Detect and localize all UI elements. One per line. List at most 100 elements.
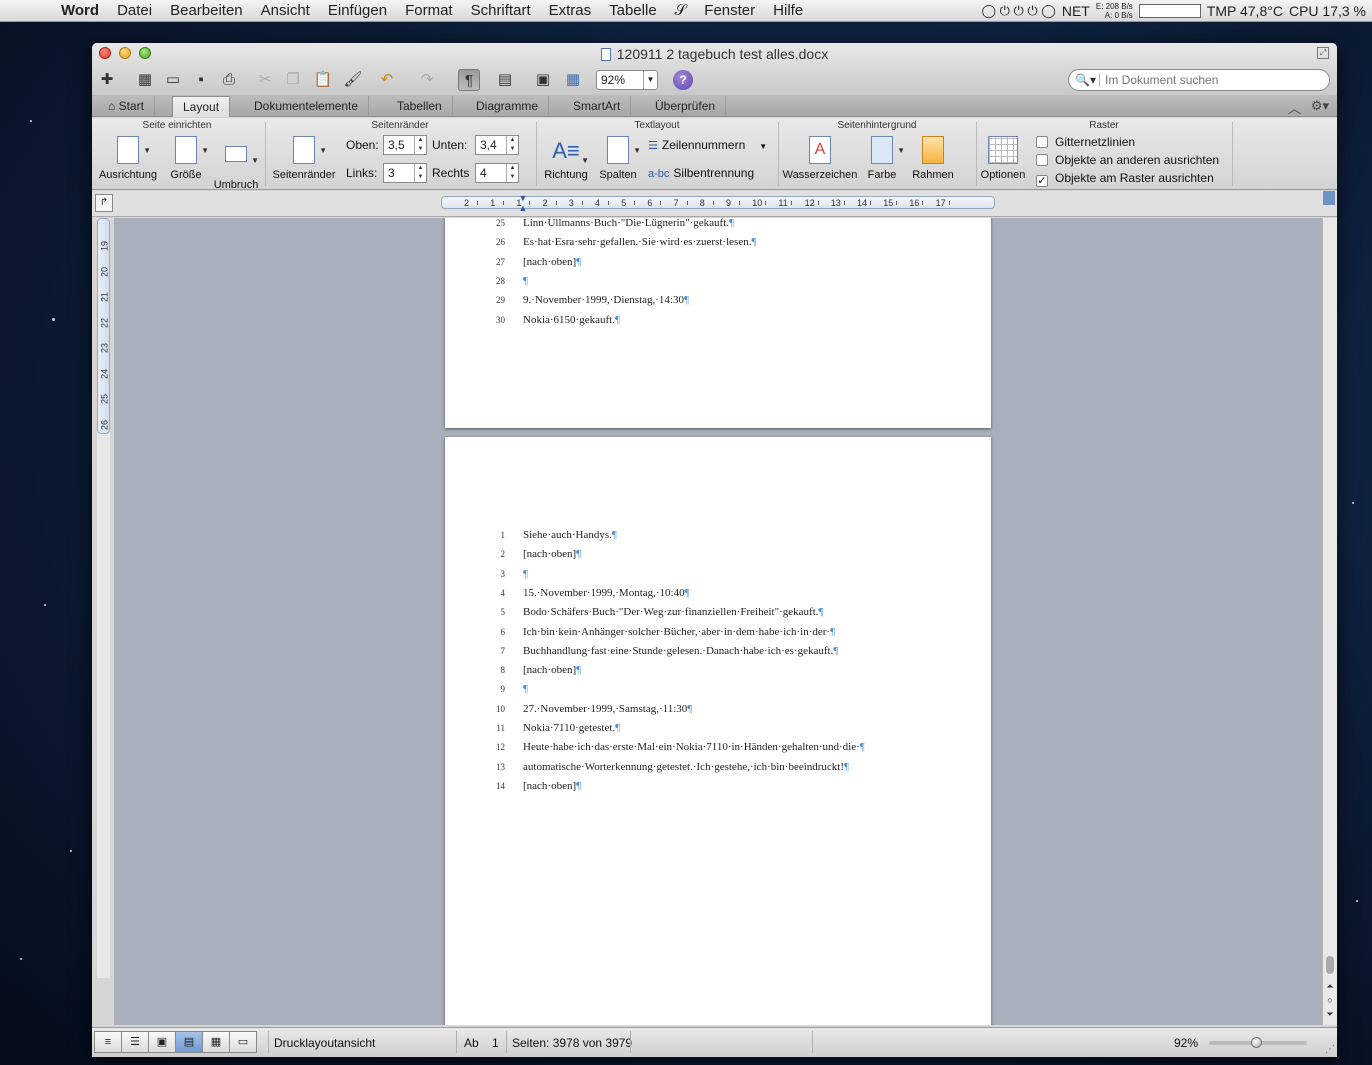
gitternetzlinien-checkbox[interactable]: Gitternetzlinien bbox=[1036, 135, 1135, 149]
page-previous[interactable]: 25 Linn·Ullmanns·Buch·"Die·Lügnerin"·geka… bbox=[445, 218, 991, 428]
script-menu-icon[interactable]: 𝒮 bbox=[666, 2, 696, 19]
document-line[interactable]: 2 [nach·oben]¶ bbox=[445, 545, 991, 564]
menu-item-8[interactable]: Fenster bbox=[695, 2, 764, 19]
prev-page-icon[interactable]: ⏶ bbox=[1324, 980, 1336, 992]
zeilennummern-button[interactable]: ☰ Zeilennummern ▼ bbox=[648, 138, 767, 152]
print-icon[interactable]: ⎙ bbox=[218, 69, 240, 91]
pilcrow-icon[interactable]: ¶ bbox=[458, 69, 480, 91]
oben-stepper[interactable]: 3,5 ▲ ▼ bbox=[383, 135, 427, 155]
undo-icon[interactable]: ↶ bbox=[376, 69, 398, 91]
document-line[interactable]: 12 Heute·habe·ich·das·erste·Mal·ein·Nokia… bbox=[445, 738, 991, 757]
tab-1[interactable]: Layout bbox=[172, 96, 231, 117]
document-line[interactable]: 9 ¶ bbox=[445, 680, 991, 699]
groesse-button[interactable]: ▼ Größe bbox=[166, 136, 209, 181]
ausrichtung-button[interactable]: ▼ Ausrichtung bbox=[98, 136, 158, 181]
format-painter-icon[interactable]: 🖌 bbox=[342, 69, 364, 91]
copy-icon[interactable]: ❐ bbox=[282, 69, 304, 91]
tab-0[interactable]: ⌂ Start bbox=[98, 96, 155, 117]
menu-item-6[interactable]: Extras bbox=[540, 2, 601, 19]
rechts-stepper[interactable]: 4 ▲ ▼ bbox=[475, 163, 519, 183]
save-icon[interactable]: ▪ bbox=[190, 69, 212, 91]
vertical-scrollbar[interactable]: ⏶ ○ ⏷ bbox=[1322, 218, 1337, 1025]
menu-item-9[interactable]: Hilfe bbox=[764, 2, 812, 19]
document-line[interactable]: 27 [nach·oben]¶ bbox=[445, 253, 991, 272]
media-browser-icon[interactable]: ▣ bbox=[532, 69, 554, 91]
paste-icon[interactable]: 📋 bbox=[312, 69, 334, 91]
document-line[interactable]: 1 Siehe·auch·Handys.¶ bbox=[445, 526, 991, 545]
fullscreen-icon[interactable]: ⤢ bbox=[1317, 47, 1329, 59]
page-current[interactable]: 1 Siehe·auch·Handys.¶ 2 [nach·oben]¶ 3 ¶ 4 15.·… bbox=[445, 437, 991, 1025]
document-line[interactable]: 6 Ich·bin·kein·Anhänger·solcher·Bücher,·a… bbox=[445, 623, 991, 642]
tab-3[interactable]: Tabellen bbox=[387, 96, 453, 117]
zoom-slider-knob[interactable] bbox=[1251, 1037, 1262, 1048]
page-count[interactable]: Seiten: 3978 von 3979 bbox=[512, 1032, 632, 1054]
menu-item-7[interactable]: Tabelle bbox=[600, 2, 666, 19]
menu-item-4[interactable]: Format bbox=[396, 2, 462, 19]
document-line[interactable]: 28 ¶ bbox=[445, 272, 991, 291]
checkmark-icon[interactable]: ✓ bbox=[1036, 175, 1048, 187]
document-line[interactable]: 5 Bodo·Schäfers·Buch·"Der·Weg·zur·finanzi… bbox=[445, 603, 991, 622]
tab-5[interactable]: SmartArt bbox=[563, 96, 632, 117]
document-line[interactable]: 14 [nach·oben]¶ bbox=[445, 777, 991, 796]
document-line[interactable]: 11 Nokia·7110·getestet.¶ bbox=[445, 719, 991, 738]
browse-object-icon[interactable]: ○ bbox=[1324, 994, 1336, 1006]
open-icon[interactable]: ▭ bbox=[162, 69, 184, 91]
links-stepper[interactable]: 3 ▲ ▼ bbox=[383, 163, 427, 183]
gear-icon[interactable]: ⚙▾ bbox=[1311, 98, 1329, 114]
volume-meter[interactable] bbox=[1138, 3, 1201, 18]
toolbox-icon[interactable]: ▦ bbox=[562, 69, 584, 91]
zoom-slider[interactable] bbox=[1209, 1037, 1307, 1048]
wasserzeichen-button[interactable]: A Wasserzeichen bbox=[782, 136, 858, 181]
document-line[interactable]: 8 [nach·oben]¶ bbox=[445, 661, 991, 680]
outline-view-icon[interactable]: ☰ bbox=[121, 1031, 149, 1053]
checkbox-gitternetzlinien[interactable] bbox=[1036, 136, 1048, 148]
document-line[interactable]: 30 Nokia·6150·gekauft.¶ bbox=[445, 311, 991, 330]
spalten-button[interactable]: ▼ Spalten bbox=[596, 136, 641, 181]
vertical-ruler[interactable]: 19 20 21 22 23 24 25 26 bbox=[97, 218, 110, 978]
document-line[interactable]: 10 27.·November·1999,·Samstag,·11:30¶ bbox=[445, 700, 991, 719]
document-line[interactable]: 7 Buchhandlung·fast·eine·Stunde·gelesen.·… bbox=[445, 642, 991, 661]
silbentrennung-button[interactable]: a-bc Silbentrennung bbox=[648, 166, 754, 180]
menu-item-1[interactable]: Bearbeiten bbox=[161, 2, 252, 19]
indent-marker[interactable]: ▼ ▲ bbox=[518, 193, 528, 214]
zoom-select[interactable]: 92% ▼ bbox=[596, 70, 658, 90]
document-line[interactable]: 13 automatische·Worterkennung·getestet.·I… bbox=[445, 758, 991, 777]
status-icons[interactable]: ◯ ⏻ ⏻ ⏻ ◯ bbox=[981, 3, 1055, 19]
unten-stepper[interactable]: 3,4 ▲ ▼ bbox=[475, 135, 519, 155]
collapse-ribbon-icon[interactable]: ︿ bbox=[1288, 98, 1301, 117]
next-page-icon[interactable]: ⏷ bbox=[1324, 1008, 1336, 1020]
tab-selector-icon[interactable]: ↱ bbox=[95, 194, 113, 212]
checkbox-objekte-andere[interactable] bbox=[1036, 154, 1048, 166]
document-line[interactable]: 3 ¶ bbox=[445, 565, 991, 584]
publishing-view-icon[interactable]: ▣ bbox=[148, 1031, 176, 1053]
objekte-raster-checkbox[interactable]: ✓ Objekte am Raster ausrichten bbox=[1036, 171, 1214, 187]
split-handle-icon[interactable] bbox=[1323, 191, 1335, 205]
scroll-thumb[interactable] bbox=[1326, 956, 1334, 974]
menu-app-name[interactable]: Word bbox=[52, 2, 108, 19]
help-icon[interactable]: ? bbox=[673, 70, 693, 90]
draft-view-icon[interactable]: ≡ bbox=[94, 1031, 122, 1053]
notebook-view-icon[interactable]: ▦ bbox=[202, 1031, 230, 1053]
new-doc-icon[interactable]: ✚ bbox=[96, 69, 118, 91]
document-area[interactable]: 25 Linn·Ullmanns·Buch·"Die·Lügnerin"·geka… bbox=[114, 218, 1322, 1025]
tab-2[interactable]: Dokumentelemente bbox=[244, 96, 370, 117]
menu-item-2[interactable]: Ansicht bbox=[252, 2, 319, 19]
objekte-andere-checkbox[interactable]: Objekte an anderen ausrichten bbox=[1036, 153, 1219, 167]
tab-4[interactable]: Diagramme bbox=[466, 96, 550, 117]
sidebar-icon[interactable]: ▤ bbox=[494, 69, 516, 91]
umbruch-button[interactable]: ▼ Umbruch bbox=[212, 136, 260, 191]
richtung-button[interactable]: A≡ ▼ Richtung bbox=[542, 136, 590, 181]
resize-grip-icon[interactable]: ⋰ bbox=[1325, 1044, 1335, 1055]
redo-icon[interactable]: ↷ bbox=[416, 69, 438, 91]
document-line[interactable]: 4 15.·November·1999,·Montag,·10:40¶ bbox=[445, 584, 991, 603]
tab-6[interactable]: Überprüfen bbox=[645, 96, 727, 117]
document-line[interactable]: 26 Es·hat·Esra·sehr·gefallen.·Sie·wird·es… bbox=[445, 233, 991, 252]
rahmen-button[interactable]: Rahmen bbox=[910, 136, 956, 181]
fullscreen-view-icon[interactable]: ▭ bbox=[229, 1031, 257, 1053]
print-layout-icon[interactable]: ▤ bbox=[175, 1031, 203, 1053]
menu-item-5[interactable]: Schriftart bbox=[462, 2, 540, 19]
seitenraender-button[interactable]: ▼ Seitenränder bbox=[272, 136, 336, 181]
menu-item-0[interactable]: Datei bbox=[108, 2, 161, 19]
cut-icon[interactable]: ✂ bbox=[254, 69, 276, 91]
farbe-button[interactable]: ▼ Farbe bbox=[862, 136, 905, 181]
